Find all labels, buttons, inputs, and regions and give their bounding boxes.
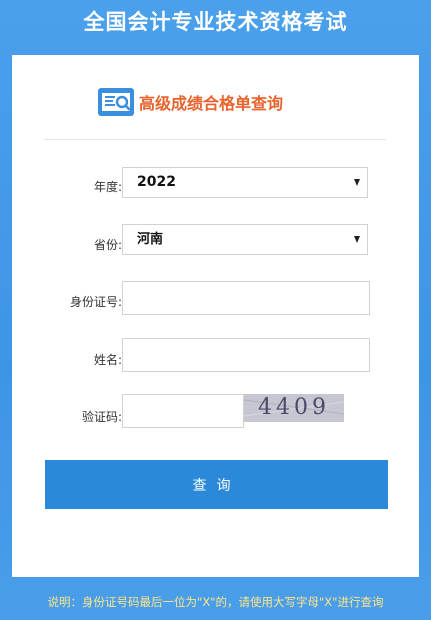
title-divider [44, 139, 386, 140]
caret-down-icon [354, 179, 360, 186]
captcha-input[interactable] [122, 394, 244, 428]
year-select[interactable]: 2022 [122, 167, 368, 198]
captcha-image[interactable]: 4409 [244, 394, 344, 422]
card-title: 高级成绩合格单查询 [97, 85, 283, 119]
query-button[interactable]: 查询 [45, 460, 388, 509]
year-label: 年度: [93, 180, 122, 194]
province-label: 省份: [93, 238, 122, 252]
query-card: 高级成绩合格单查询 年度: 2022 省份: 河南 身份证号: 姓名: 验证码:… [12, 55, 419, 577]
year-select-value: 2022 [137, 174, 176, 190]
caret-down-icon [354, 236, 360, 243]
captcha-label: 验证码: [81, 410, 122, 424]
id-number-input[interactable] [122, 281, 370, 315]
id-number-label: 身份证号: [69, 295, 122, 309]
search-document-icon [98, 88, 134, 116]
province-select[interactable]: 河南 [122, 224, 368, 255]
captcha-text: 4409 [258, 395, 330, 420]
name-label: 姓名: [93, 353, 122, 367]
name-input[interactable] [122, 338, 370, 372]
card-title-text: 高级成绩合格单查询 [139, 94, 284, 113]
province-select-value: 河南 [137, 232, 164, 247]
footer-note: 说明：身份证号码最后一位为"X"的，请使用大写字母"X"进行查询 [47, 595, 384, 609]
page-title: 全国会计专业技术资格考试 [83, 10, 348, 34]
